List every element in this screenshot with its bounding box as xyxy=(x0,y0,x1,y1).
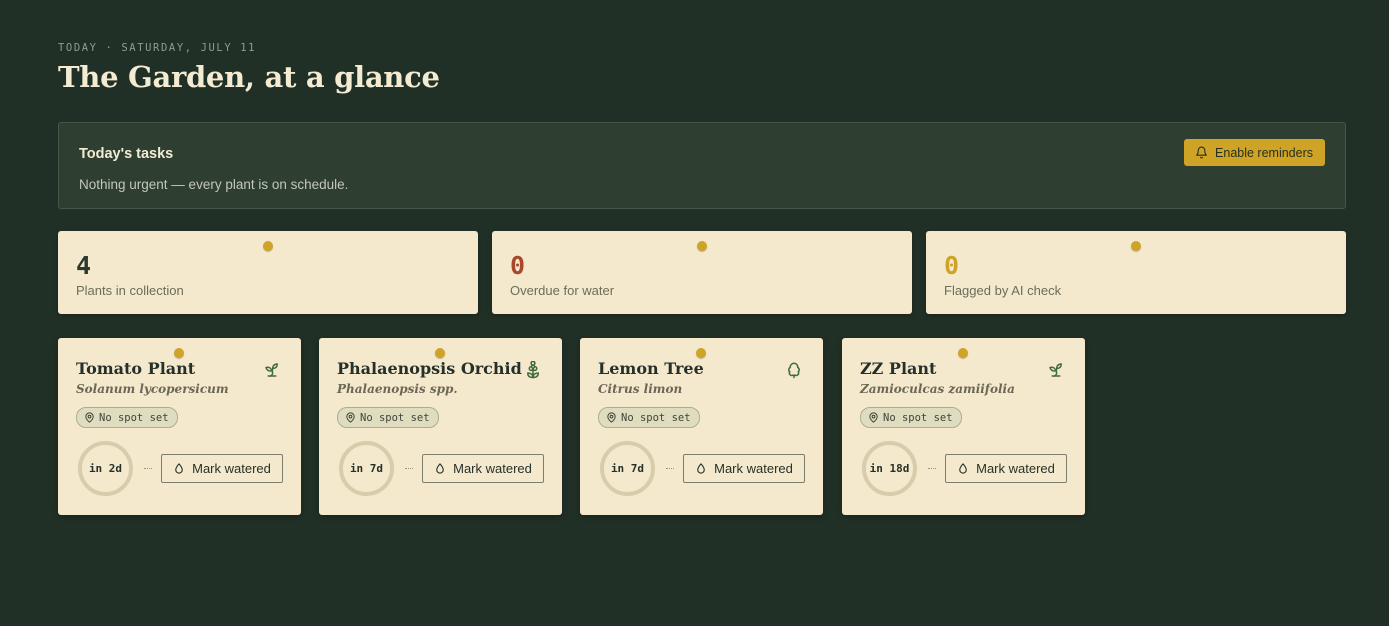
spot-tag[interactable]: No spot set xyxy=(76,407,178,428)
stat-card-overdue: 0 Overdue for water xyxy=(492,231,912,314)
plant-name: Tomato Plant xyxy=(76,359,196,378)
tasks-title: Today's tasks xyxy=(79,146,174,162)
spot-label: No spot set xyxy=(621,411,691,424)
water-countdown-ring: in 7d xyxy=(600,441,655,496)
mark-watered-label: Mark watered xyxy=(714,461,793,476)
divider-dots xyxy=(666,468,674,469)
plant-scientific-name: Solanum lycopersicum xyxy=(76,382,229,396)
pin-icon xyxy=(435,348,445,358)
plant-scientific-name: Zamioculcas zamiifolia xyxy=(860,382,1015,396)
bell-icon xyxy=(1195,146,1208,159)
plant-scientific-name: Citrus limon xyxy=(598,382,683,396)
plant-name: Lemon Tree xyxy=(598,359,704,378)
droplet-icon xyxy=(957,462,969,475)
date-eyebrow: TODAY · SATURDAY, JULY 11 xyxy=(58,42,257,54)
divider-dots xyxy=(405,468,413,469)
spot-label: No spot set xyxy=(883,411,953,424)
mark-watered-button[interactable]: Mark watered xyxy=(161,454,283,483)
page-title: The Garden, at a glance xyxy=(58,60,440,94)
flower-icon xyxy=(524,361,542,379)
stat-card-flagged: 0 Flagged by AI check xyxy=(926,231,1346,314)
mark-watered-label: Mark watered xyxy=(976,461,1055,476)
plant-card-orchid[interactable]: Phalaenopsis Orchid Phalaenopsis spp. No… xyxy=(319,338,562,515)
stat-label: Flagged by AI check xyxy=(944,283,1062,298)
pin-icon xyxy=(697,241,707,251)
pin-icon xyxy=(1131,241,1141,251)
droplet-icon xyxy=(695,462,707,475)
water-countdown-ring: in 7d xyxy=(339,441,394,496)
stat-value: 0 xyxy=(944,251,960,280)
plant-scientific-name: Phalaenopsis spp. xyxy=(337,382,458,396)
tree-icon xyxy=(785,361,803,379)
stats-row: 4 Plants in collection 0 Overdue for wat… xyxy=(58,231,1346,314)
mark-watered-button[interactable]: Mark watered xyxy=(945,454,1067,483)
tasks-message: Nothing urgent — every plant is on sched… xyxy=(79,177,349,192)
pin-icon xyxy=(696,348,706,358)
plant-grid: Tomato Plant Solanum lycopersicum No spo… xyxy=(58,338,1346,515)
water-countdown-ring: in 2d xyxy=(78,441,133,496)
droplet-icon xyxy=(173,462,185,475)
mark-watered-button[interactable]: Mark watered xyxy=(422,454,544,483)
stat-card-collection: 4 Plants in collection xyxy=(58,231,478,314)
sprout-icon xyxy=(1047,361,1065,379)
mark-watered-label: Mark watered xyxy=(453,461,532,476)
map-pin-icon xyxy=(868,412,879,423)
map-pin-icon xyxy=(345,412,356,423)
stat-value: 0 xyxy=(510,251,526,280)
map-pin-icon xyxy=(606,412,617,423)
water-countdown-ring: in 18d xyxy=(862,441,917,496)
tasks-panel: Today's tasks Nothing urgent — every pla… xyxy=(58,122,1346,209)
divider-dots xyxy=(144,468,152,469)
spot-tag[interactable]: No spot set xyxy=(860,407,962,428)
stat-label: Plants in collection xyxy=(76,283,184,298)
spot-tag[interactable]: No spot set xyxy=(598,407,700,428)
spot-tag[interactable]: No spot set xyxy=(337,407,439,428)
spot-label: No spot set xyxy=(360,411,430,424)
map-pin-icon xyxy=(84,412,95,423)
plant-name: ZZ Plant xyxy=(860,359,937,378)
mark-watered-label: Mark watered xyxy=(192,461,271,476)
plant-card-lemon[interactable]: Lemon Tree Citrus limon No spot set in 7… xyxy=(580,338,823,515)
plant-card-tomato[interactable]: Tomato Plant Solanum lycopersicum No spo… xyxy=(58,338,301,515)
sprout-icon xyxy=(263,361,281,379)
pin-icon xyxy=(174,348,184,358)
droplet-icon xyxy=(434,462,446,475)
spot-label: No spot set xyxy=(99,411,169,424)
divider-dots xyxy=(928,468,936,469)
mark-watered-button[interactable]: Mark watered xyxy=(683,454,805,483)
plant-card-zz[interactable]: ZZ Plant Zamioculcas zamiifolia No spot … xyxy=(842,338,1085,515)
enable-reminders-button[interactable]: Enable reminders xyxy=(1184,139,1325,166)
stat-label: Overdue for water xyxy=(510,283,615,298)
enable-reminders-label: Enable reminders xyxy=(1215,145,1313,160)
plant-name: Phalaenopsis Orchid xyxy=(337,359,522,378)
pin-icon xyxy=(958,348,968,358)
stat-value: 4 xyxy=(76,251,92,280)
pin-icon xyxy=(263,241,273,251)
